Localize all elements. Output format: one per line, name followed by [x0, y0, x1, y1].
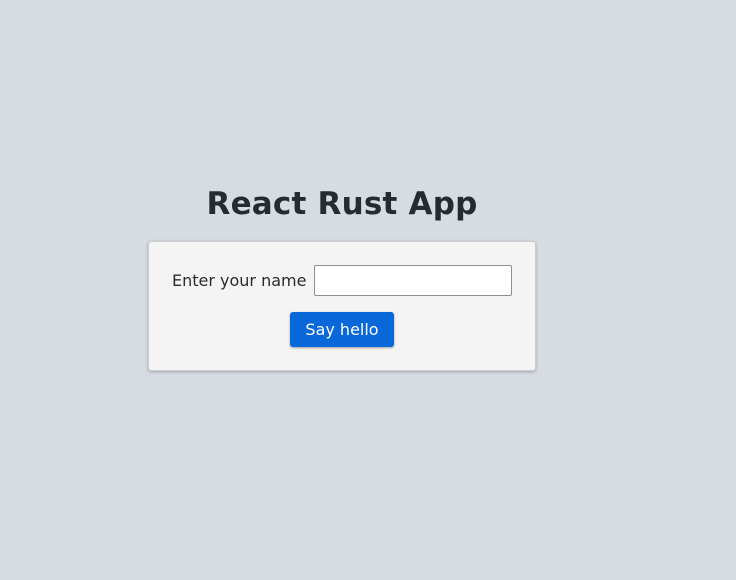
- say-hello-button[interactable]: Say hello: [290, 312, 394, 347]
- name-input[interactable]: [314, 265, 513, 296]
- name-field-row: Enter your name: [172, 265, 513, 296]
- greeting-form-card: Enter your name Say hello: [148, 241, 536, 371]
- name-label: Enter your name: [172, 271, 307, 290]
- page-title: React Rust App: [206, 186, 478, 222]
